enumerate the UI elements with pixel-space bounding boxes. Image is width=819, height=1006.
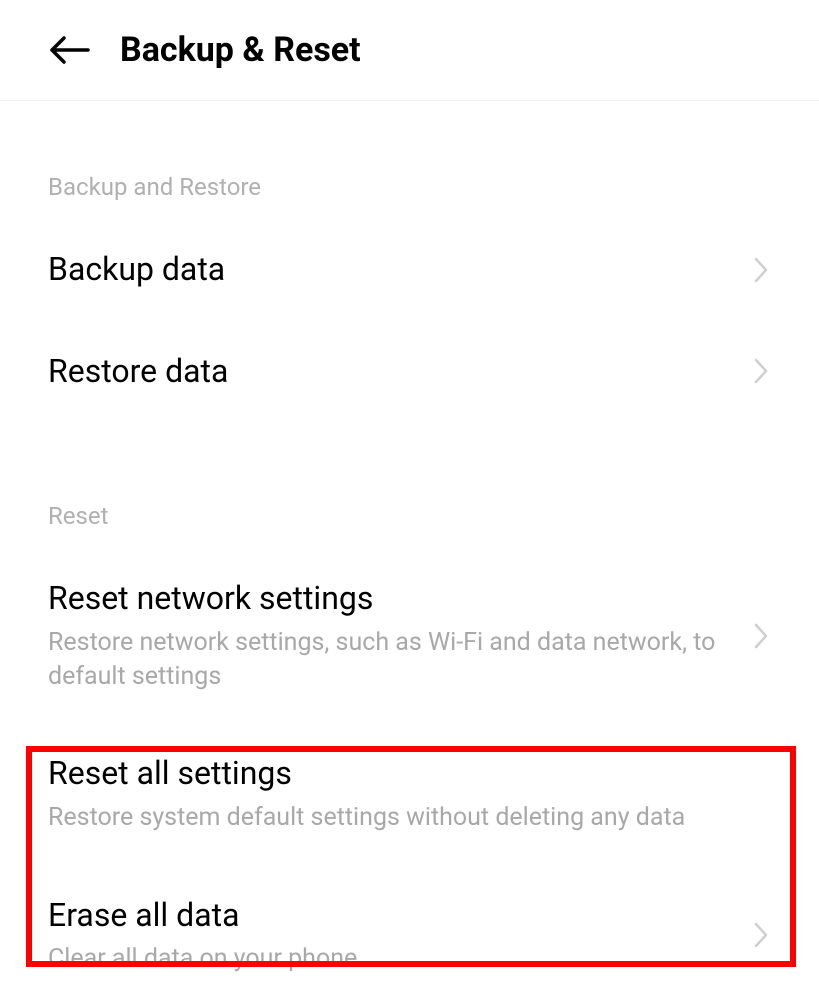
list-item-title: Erase all data [48, 895, 739, 937]
chevron-right-icon [751, 917, 771, 953]
list-item-backup-data[interactable]: Backup data [0, 219, 819, 321]
list-item-title: Restore data [48, 351, 739, 393]
list-item-text: Erase all data Clear all data on your ph… [48, 895, 751, 976]
list-item-text: Reset network settings Restore network s… [48, 578, 751, 693]
back-button[interactable] [48, 28, 92, 72]
list-item-title: Reset network settings [48, 578, 739, 620]
list-item-subtitle: Restore network settings, such as Wi-Fi … [48, 626, 739, 694]
page-header: Backup & Reset [0, 0, 819, 101]
list-item-title: Backup data [48, 249, 739, 291]
section-header-backup: Backup and Restore [0, 173, 819, 219]
list-item-title: Reset all settings [48, 753, 759, 795]
list-item-subtitle: Restore system default settings without … [48, 801, 759, 835]
list-item-erase-all[interactable]: Erase all data Clear all data on your ph… [0, 865, 819, 1006]
list-item-restore-data[interactable]: Restore data [0, 321, 819, 423]
chevron-right-icon [751, 353, 771, 389]
chevron-right-icon [751, 618, 771, 654]
chevron-right-icon [751, 252, 771, 288]
list-item-subtitle: Clear all data on your phone [48, 942, 739, 976]
list-item-text: Restore data [48, 351, 751, 393]
list-item-reset-network[interactable]: Reset network settings Restore network s… [0, 548, 819, 723]
page-title: Backup & Reset [120, 30, 361, 70]
list-item-text: Backup data [48, 249, 751, 291]
list-item-reset-all[interactable]: Reset all settings Restore system defaul… [0, 723, 819, 864]
arrow-left-icon [50, 36, 90, 64]
section-header-reset: Reset [0, 502, 819, 548]
list-item-text: Reset all settings Restore system defaul… [48, 753, 771, 834]
